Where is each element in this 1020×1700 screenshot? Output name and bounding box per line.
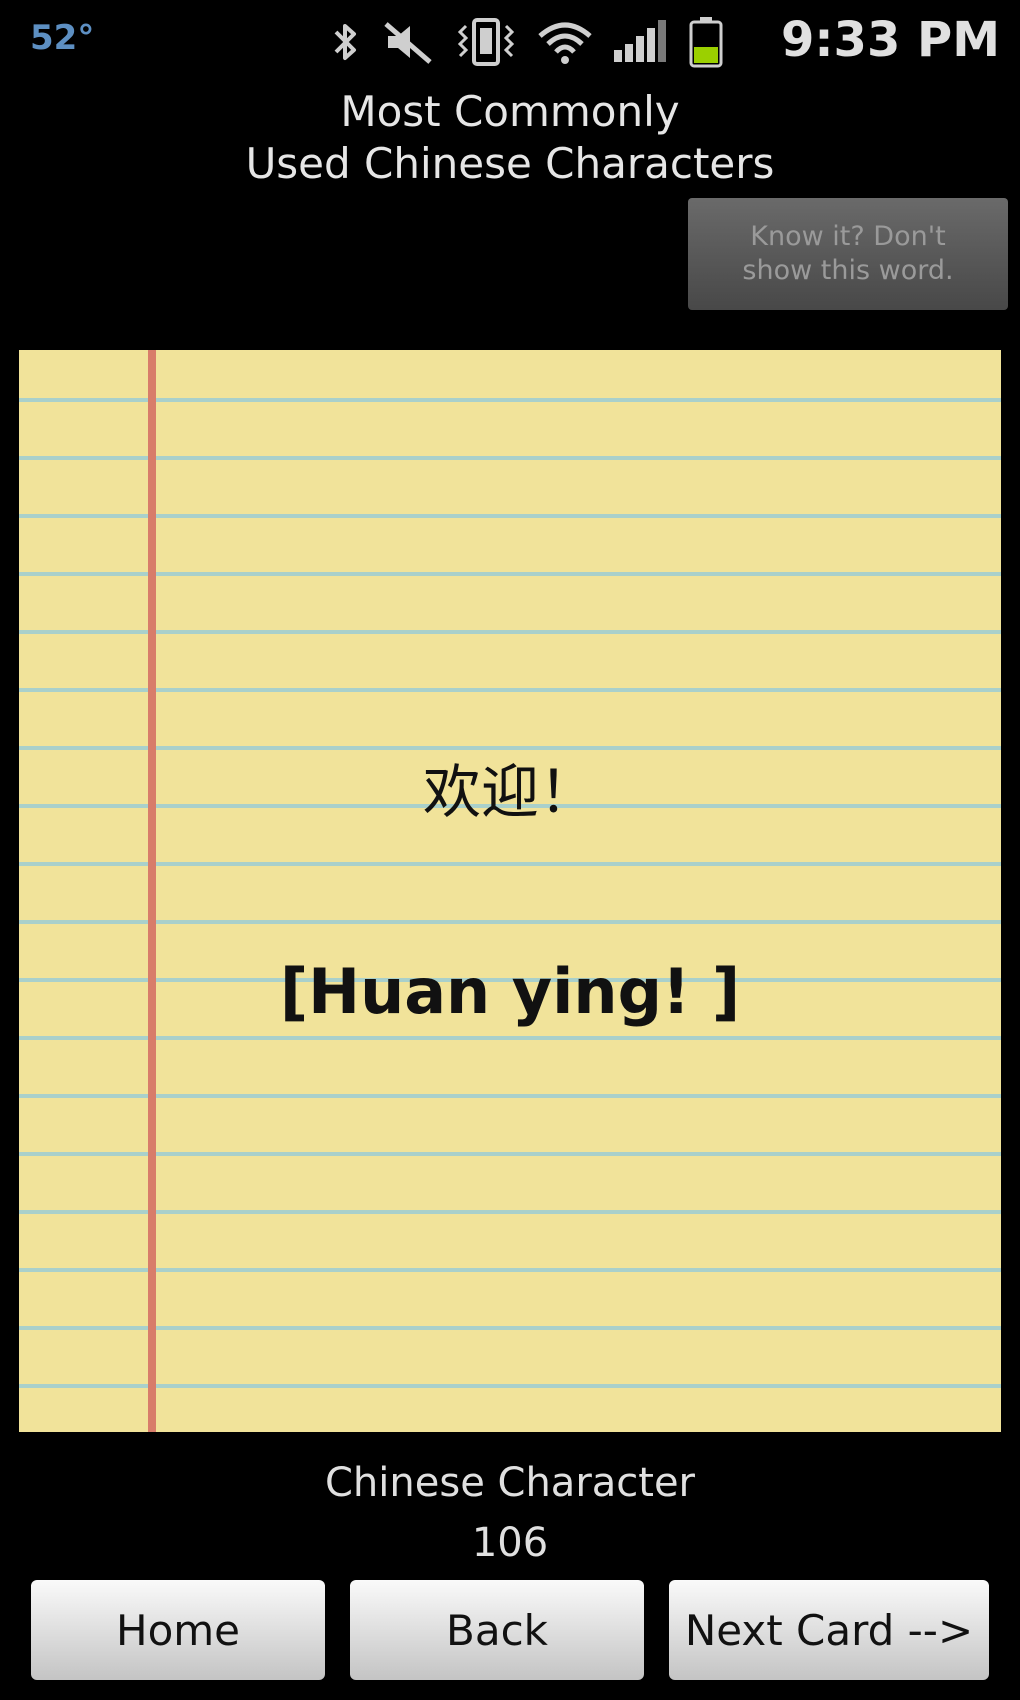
app-screen: 52° 9:33 PM Most Commonly Used Chinese C… [0,0,1020,1700]
bluetooth-icon [334,24,356,60]
character-number: 106 [471,1520,549,1566]
temperature-text: 52° [30,18,95,58]
battery-icon [689,17,723,68]
page-title: Most Commonly Used Chinese Characters [0,86,1020,190]
home-button[interactable]: Home [31,1580,325,1680]
title-line-1: Most Commonly [340,87,680,136]
chinese-character-text: 欢迎！ [422,758,597,826]
next-card-button[interactable]: Next Card --> [669,1580,989,1680]
vibrate-icon [457,18,515,66]
pinyin-text: [Huan ying! ] [279,955,741,1028]
mute-icon [384,22,432,64]
title-line-2: Used Chinese Characters [245,139,775,188]
flash-card[interactable]: 欢迎！ [Huan ying! ] [19,350,1001,1432]
wifi-icon [538,22,592,64]
know-it-button[interactable]: Know it? Don't show this word. [688,198,1008,310]
signal-icon [614,20,666,62]
character-label: Chinese Character [325,1460,695,1506]
status-icons [330,14,744,70]
back-button[interactable]: Back [350,1580,644,1680]
status-bar: 52° 9:33 PM [0,0,1020,84]
clock-text: 9:33 PM [780,12,1000,68]
